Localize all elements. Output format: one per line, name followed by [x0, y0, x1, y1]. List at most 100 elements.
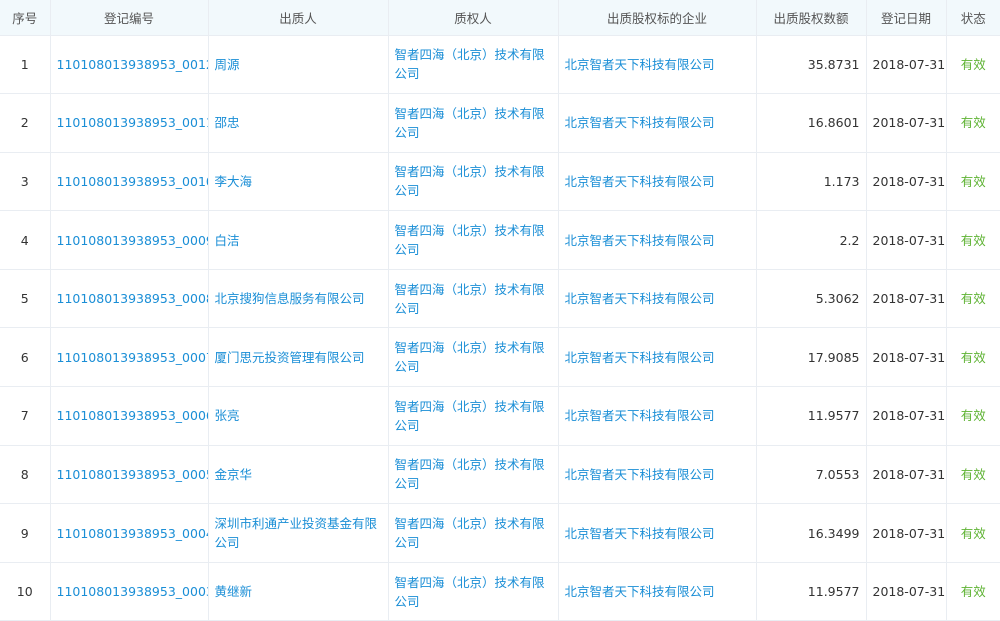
row-index: 10	[0, 562, 51, 621]
pledge-amount: 11.9577	[756, 562, 867, 621]
reg-no-link[interactable]: 110108013938953_0010	[50, 152, 209, 212]
pledge-amount: 16.3499	[756, 503, 867, 563]
table-row: 6 110108013938953_0007 厦门思元投资管理有限公司 智者四海（北京…	[0, 327, 1000, 388]
pledge-amount: 7.0553	[756, 445, 867, 505]
reg-no-link[interactable]: 110108013938953_0003	[50, 562, 209, 621]
target-company-link[interactable]: 北京智者天下科技有限公司	[558, 35, 757, 95]
pledgee-link[interactable]: 智者四海（北京）技术有限公司	[388, 93, 559, 153]
pledgee-link[interactable]: 智者四海（北京）技术有限公司	[388, 445, 559, 505]
pledgor-link[interactable]: 黄继新	[208, 562, 389, 621]
row-index: 6	[0, 327, 51, 388]
header-reg-date: 登记日期	[866, 0, 947, 36]
reg-date: 2018-07-31	[866, 269, 947, 329]
target-company-link[interactable]: 北京智者天下科技有限公司	[558, 562, 757, 621]
pledgee-link[interactable]: 智者四海（北京）技术有限公司	[388, 327, 559, 388]
status-badge: 有效	[946, 269, 1000, 329]
status-badge: 有效	[946, 445, 1000, 505]
row-index: 4	[0, 210, 51, 270]
reg-date: 2018-07-31	[866, 503, 947, 563]
row-index: 9	[0, 503, 51, 563]
target-company-link[interactable]: 北京智者天下科技有限公司	[558, 269, 757, 329]
table-row: 4 110108013938953_0009 白洁 智者四海（北京）技术有限公司 北京智…	[0, 210, 1000, 270]
table-body: 1 110108013938953_0012 周源 智者四海（北京）技术有限公司 北京智…	[0, 35, 1000, 621]
pledgor-link[interactable]: 周源	[208, 35, 389, 95]
pledgee-link[interactable]: 智者四海（北京）技术有限公司	[388, 503, 559, 563]
reg-date: 2018-07-31	[866, 210, 947, 270]
row-index: 1	[0, 35, 51, 95]
target-company-link[interactable]: 北京智者天下科技有限公司	[558, 152, 757, 212]
reg-date: 2018-07-31	[866, 327, 947, 388]
pledge-amount: 35.8731	[756, 35, 867, 95]
status-badge: 有效	[946, 210, 1000, 270]
row-index: 8	[0, 445, 51, 505]
row-index: 5	[0, 269, 51, 329]
pledgor-link[interactable]: 厦门思元投资管理有限公司	[208, 327, 389, 388]
row-index: 7	[0, 386, 51, 446]
table-row: 10 110108013938953_0003 黄继新 智者四海（北京）技术有限公司北…	[0, 562, 1000, 621]
reg-date: 2018-07-31	[866, 35, 947, 95]
reg-date: 2018-07-31	[866, 445, 947, 505]
pledgee-link[interactable]: 智者四海（北京）技术有限公司	[388, 269, 559, 329]
pledge-amount: 17.9085	[756, 327, 867, 388]
pledge-amount: 11.9577	[756, 386, 867, 446]
header-row: 序号 登记编号 出质人 质权人 出质股权标的企业 出质股权数额 登记日期 状态	[0, 0, 1000, 36]
status-badge: 有效	[946, 35, 1000, 95]
table-row: 8 110108013938953_0005 金京华 智者四海（北京）技术有限公司 北京…	[0, 445, 1000, 505]
pledgor-link[interactable]: 北京搜狗信息服务有限公司	[208, 269, 389, 329]
reg-no-link[interactable]: 110108013938953_0012	[50, 35, 209, 95]
pledgor-link[interactable]: 深圳市利通产业投资基金有限公司	[208, 503, 389, 563]
reg-no-link[interactable]: 110108013938953_0008	[50, 269, 209, 329]
header-status: 状态	[946, 0, 1000, 36]
table-header: 序号 登记编号 出质人 质权人 出质股权标的企业 出质股权数额 登记日期 状态	[0, 0, 1000, 36]
row-index: 2	[0, 93, 51, 153]
status-badge: 有效	[946, 93, 1000, 153]
table-row: 2 110108013938953_0011 邵忠 智者四海（北京）技术有限公司 北京智…	[0, 93, 1000, 153]
reg-no-link[interactable]: 110108013938953_0006	[50, 386, 209, 446]
target-company-link[interactable]: 北京智者天下科技有限公司	[558, 386, 757, 446]
reg-date: 2018-07-31	[866, 152, 947, 212]
header-pledgee: 质权人	[388, 0, 559, 36]
header-pledge-amount: 出质股权数额	[756, 0, 867, 36]
pledge-amount: 16.8601	[756, 93, 867, 153]
pledgee-link[interactable]: 智者四海（北京）技术有限公司	[388, 210, 559, 270]
table-row: 3 110108013938953_0010 李大海 智者四海（北京）技术有限公司 北京…	[0, 152, 1000, 212]
status-badge: 有效	[946, 152, 1000, 212]
target-company-link[interactable]: 北京智者天下科技有限公司	[558, 503, 757, 563]
table-row: 9 110108013938953_0004 深圳市利通产业投资基金有限公司 智者四海…	[0, 503, 1000, 563]
header-reg-no: 登记编号	[50, 0, 209, 36]
header-index: 序号	[0, 0, 51, 36]
pledgee-link[interactable]: 智者四海（北京）技术有限公司	[388, 562, 559, 621]
pledgor-link[interactable]: 李大海	[208, 152, 389, 212]
reg-no-link[interactable]: 110108013938953_0005	[50, 445, 209, 505]
reg-no-link[interactable]: 110108013938953_0004	[50, 503, 209, 563]
reg-no-link[interactable]: 110108013938953_0011	[50, 93, 209, 153]
reg-no-link[interactable]: 110108013938953_0009	[50, 210, 209, 270]
pledgee-link[interactable]: 智者四海（北京）技术有限公司	[388, 152, 559, 212]
pledgor-link[interactable]: 白洁	[208, 210, 389, 270]
status-badge: 有效	[946, 562, 1000, 621]
reg-date: 2018-07-31	[866, 562, 947, 621]
status-badge: 有效	[946, 386, 1000, 446]
reg-no-link[interactable]: 110108013938953_0007	[50, 327, 209, 388]
equity-pledge-table: 序号 登记编号 出质人 质权人 出质股权标的企业 出质股权数额 登记日期 状态 …	[0, 0, 1000, 621]
reg-date: 2018-07-31	[866, 386, 947, 446]
pledge-amount: 1.173	[756, 152, 867, 212]
header-target-company: 出质股权标的企业	[558, 0, 757, 36]
reg-date: 2018-07-31	[866, 93, 947, 153]
table-row: 5 110108013938953_0008 北京搜狗信息服务有限公司 智者四海（北京…	[0, 269, 1000, 329]
pledgee-link[interactable]: 智者四海（北京）技术有限公司	[388, 386, 559, 446]
pledgor-link[interactable]: 金京华	[208, 445, 389, 505]
header-pledgor: 出质人	[208, 0, 389, 36]
target-company-link[interactable]: 北京智者天下科技有限公司	[558, 327, 757, 388]
pledge-amount: 5.3062	[756, 269, 867, 329]
pledgee-link[interactable]: 智者四海（北京）技术有限公司	[388, 35, 559, 95]
target-company-link[interactable]: 北京智者天下科技有限公司	[558, 210, 757, 270]
pledgor-link[interactable]: 邵忠	[208, 93, 389, 153]
target-company-link[interactable]: 北京智者天下科技有限公司	[558, 445, 757, 505]
table-row: 7 110108013938953_0006 张亮 智者四海（北京）技术有限公司 北京智…	[0, 386, 1000, 446]
pledge-amount: 2.2	[756, 210, 867, 270]
target-company-link[interactable]: 北京智者天下科技有限公司	[558, 93, 757, 153]
status-badge: 有效	[946, 327, 1000, 388]
pledgor-link[interactable]: 张亮	[208, 386, 389, 446]
row-index: 3	[0, 152, 51, 212]
